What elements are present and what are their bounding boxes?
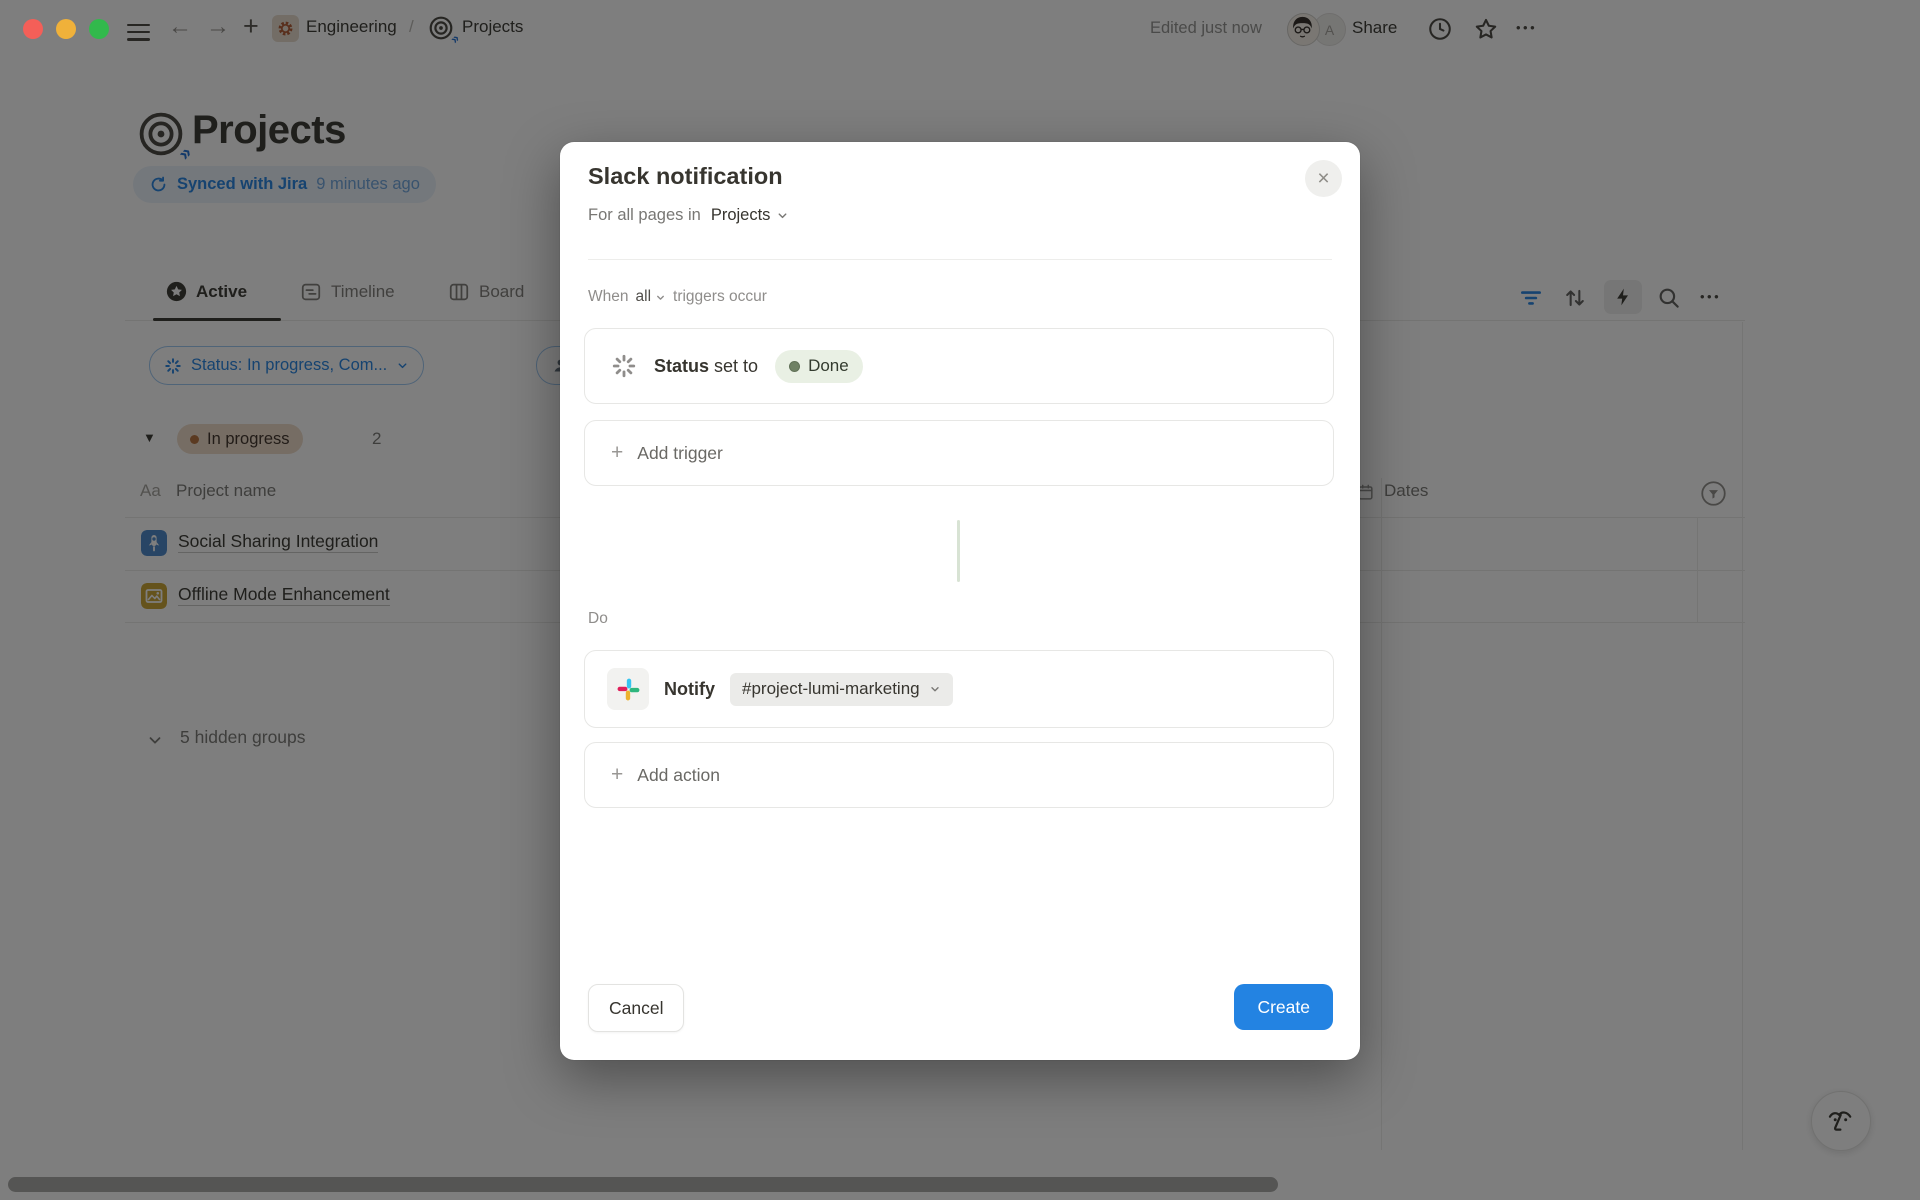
slack-icon-tile [607,668,649,710]
add-action-label: Add action [637,765,720,786]
plus-icon: + [611,441,623,465]
when-prefix: When [588,288,629,306]
chevron-down-icon [929,683,941,695]
close-window-button[interactable] [23,19,43,39]
chevron-down-icon [776,209,789,222]
add-trigger-label: Add trigger [637,443,723,464]
slack-notification-modal: × Slack notification For all pages in Pr… [560,142,1360,1060]
slack-channel-selector[interactable]: #project-lumi-marketing [730,673,953,706]
trigger-card[interactable]: Status set to Done [584,328,1334,404]
flow-connector [957,520,960,582]
zoom-window-button[interactable] [89,19,109,39]
add-action-button[interactable]: + Add action [584,742,1334,808]
slack-channel-name: #project-lumi-marketing [742,679,920,699]
add-trigger-button[interactable]: + Add trigger [584,420,1334,486]
when-suffix: triggers occur [673,288,767,306]
trigger-verb: set to [714,356,758,376]
status-dot-icon [789,361,800,372]
scope-page-name: Projects [711,206,771,225]
status-spinner-icon [611,353,637,379]
notify-action-card[interactable]: Notify #project-lumi-marketing [584,650,1334,728]
do-section-label: Do [588,610,608,628]
plus-icon: + [611,763,623,787]
when-triggers-line: When all triggers occur [588,288,767,306]
trigger-logic-value: all [636,288,652,306]
create-button[interactable]: Create [1234,984,1333,1030]
close-icon[interactable]: × [1305,160,1342,197]
scope-page-selector[interactable]: Projects [711,206,790,225]
trigger-value: Done [808,356,849,376]
scope-prefix: For all pages in [588,206,701,225]
modal-divider [588,259,1332,260]
action-verb: Notify [664,679,715,700]
app-window: ← → + Engineering / » Projects Edit [0,0,1920,1200]
trigger-value-pill[interactable]: Done [775,350,863,383]
trigger-logic-selector[interactable]: all [636,288,667,306]
automation-scope: For all pages in Projects [588,206,789,225]
trigger-property: Status [654,356,709,376]
minimize-window-button[interactable] [56,19,76,39]
trigger-description: Status set to [654,356,758,377]
cancel-button[interactable]: Cancel [588,984,684,1032]
window-controls [23,19,109,39]
chevron-down-icon [655,292,666,303]
slack-icon [616,677,641,702]
modal-title: Slack notification [588,163,783,190]
